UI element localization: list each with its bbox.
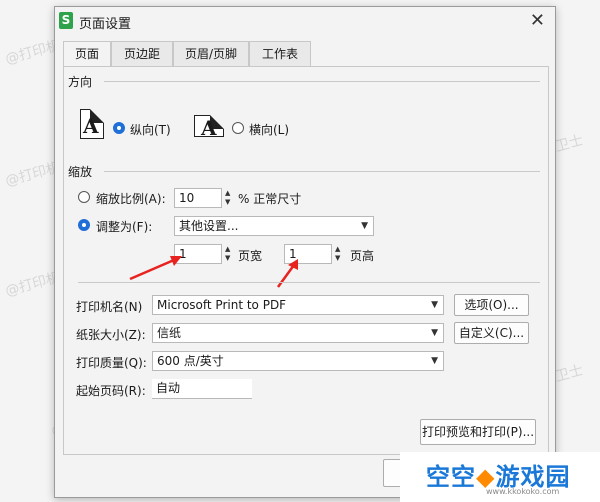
orientation-section-label: 方向 — [68, 75, 93, 89]
divider — [78, 282, 540, 283]
scale-percent-radio[interactable] — [78, 191, 90, 203]
annotation-arrow-icon — [129, 256, 182, 281]
custom-paper-button[interactable]: 自定义(C)... — [454, 322, 529, 344]
pages-wide-label: 页宽 — [238, 249, 263, 263]
portrait-letter: A — [83, 114, 99, 138]
tab-header-footer[interactable]: 页眉/页脚 — [173, 41, 249, 67]
printer-name-select[interactable]: Microsoft Print to PDF ▼ — [152, 295, 444, 315]
dropdown-caret-icon: ▼ — [361, 221, 368, 231]
dropdown-caret-icon: ▼ — [431, 328, 438, 338]
print-quality-value: 600 点/英寸 — [157, 354, 224, 368]
scale-percent-label[interactable]: 缩放比例(A): — [96, 190, 166, 207]
fit-to-select-value: 其他设置... — [179, 219, 239, 233]
portrait-page-icon: A — [80, 109, 104, 139]
tab-margins[interactable]: 页边距 — [111, 41, 173, 67]
scaling-section-label: 缩放 — [68, 165, 93, 179]
spin-up-icon[interactable]: ▲ — [225, 245, 230, 253]
paper-size-select[interactable]: 信纸 ▼ — [152, 323, 444, 343]
portrait-radio[interactable] — [113, 122, 125, 134]
print-quality-select[interactable]: 600 点/英寸 ▼ — [152, 351, 444, 371]
dialog-title: 页面设置 — [79, 17, 132, 32]
scale-percent-input[interactable]: 10 — [174, 188, 222, 208]
printer-options-button[interactable]: 选项(O)... — [454, 294, 529, 316]
pages-tall-label: 页高 — [350, 249, 375, 263]
spin-down-icon[interactable]: ▼ — [335, 254, 340, 262]
tab-panel-page: 方向 A 纵向(T) A 横向(L) 缩放 缩放比例(A): 10 ▲ ▼ % … — [63, 66, 549, 455]
spin-up-icon[interactable]: ▲ — [225, 189, 230, 197]
fit-to-radio[interactable] — [78, 219, 90, 231]
landscape-label[interactable]: 横向(L) — [249, 121, 289, 138]
tab-sheet[interactable]: 工作表 — [249, 41, 311, 67]
paper-size-label: 纸张大小(Z): — [76, 328, 146, 342]
landscape-letter: A — [201, 116, 217, 140]
landscape-radio[interactable] — [232, 122, 244, 134]
printer-name-label: 打印机名(N) — [76, 300, 143, 314]
logo-text-left: 空空 — [426, 463, 476, 491]
spin-down-icon[interactable]: ▼ — [225, 198, 230, 206]
paper-size-value: 信纸 — [157, 326, 182, 340]
wps-spreadsheet-icon: S — [59, 12, 73, 29]
dropdown-caret-icon: ▼ — [431, 356, 438, 366]
spin-up-icon[interactable]: ▲ — [335, 245, 340, 253]
spin-down-icon[interactable]: ▼ — [225, 254, 230, 262]
dropdown-caret-icon: ▼ — [431, 300, 438, 310]
print-quality-label: 打印质量(Q): — [76, 356, 147, 370]
annotation-arrow-icon — [276, 259, 298, 288]
fit-to-label[interactable]: 调整为(F): — [96, 218, 152, 235]
site-logo: 空空◆游戏园 www.kkokoko.com — [400, 452, 600, 502]
landscape-page-icon: A — [194, 115, 224, 140]
fit-to-select[interactable]: 其他设置... ▼ — [174, 216, 374, 236]
portrait-label[interactable]: 纵向(T) — [130, 121, 171, 138]
divider — [104, 171, 540, 172]
pages-wide-spinner[interactable]: ▲ ▼ — [223, 244, 235, 264]
close-icon[interactable]: ✕ — [530, 10, 545, 31]
pages-tall-spinner[interactable]: ▲ ▼ — [333, 244, 345, 264]
page-setup-dialog: S 页面设置 ✕ 页面 页边距 页眉/页脚 工作表 方向 A 纵向(T) A 横… — [54, 6, 556, 498]
title-bar: S 页面设置 ✕ — [55, 7, 555, 35]
divider — [104, 81, 540, 82]
print-preview-button[interactable]: 打印预览和打印(P)... — [420, 419, 536, 445]
start-page-label: 起始页码(R): — [76, 384, 146, 398]
printer-name-value: Microsoft Print to PDF — [157, 298, 287, 312]
scale-percent-spinner[interactable]: ▲ ▼ — [223, 188, 235, 208]
start-page-input[interactable]: 自动 — [152, 379, 252, 399]
scale-suffix-label: % 正常尺寸 — [238, 192, 302, 206]
tab-page[interactable]: 页面 — [63, 41, 111, 68]
logo-subtext: www.kkokoko.com — [486, 487, 560, 496]
